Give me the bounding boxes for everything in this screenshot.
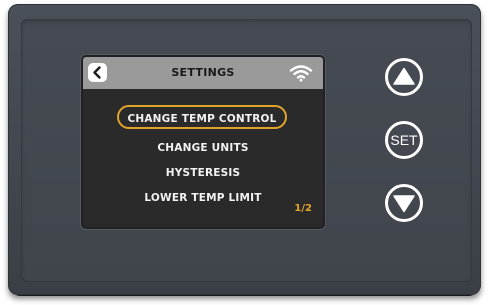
screen-header: SETTINGS [83, 57, 323, 89]
wifi-icon [289, 65, 313, 82]
display-screen: SETTINGS CHANGE TEMP CONTROL CHANGE UNIT… [83, 57, 323, 227]
controller-photo: SETTINGS CHANGE TEMP CONTROL CHANGE UNIT… [0, 0, 489, 305]
triangle-down-icon [393, 195, 415, 213]
back-button[interactable] [88, 63, 107, 82]
set-button-label: SET [390, 132, 418, 148]
up-button[interactable] [385, 58, 423, 96]
menu-item-label: LOWER TEMP LIMIT [144, 192, 262, 204]
set-button[interactable]: SET [385, 121, 423, 159]
screen-title: SETTINGS [171, 66, 235, 79]
menu-item-hysteresis[interactable]: HYSTERESIS [83, 167, 323, 179]
chevron-left-icon [93, 66, 101, 79]
menu-item-label: CHANGE TEMP CONTROL [127, 113, 277, 125]
menu-item-lower-temp-limit[interactable]: LOWER TEMP LIMIT [83, 192, 323, 204]
menu-item-change-units[interactable]: CHANGE UNITS [83, 142, 323, 154]
triangle-up-icon [393, 67, 415, 85]
menu-item-label: CHANGE UNITS [157, 142, 249, 154]
menu-item-label: HYSTERESIS [165, 167, 241, 179]
down-button[interactable] [385, 184, 423, 222]
menu-item-change-temp-control[interactable]: CHANGE TEMP CONTROL [117, 105, 287, 129]
page-indicator: 1/2 [294, 203, 312, 214]
